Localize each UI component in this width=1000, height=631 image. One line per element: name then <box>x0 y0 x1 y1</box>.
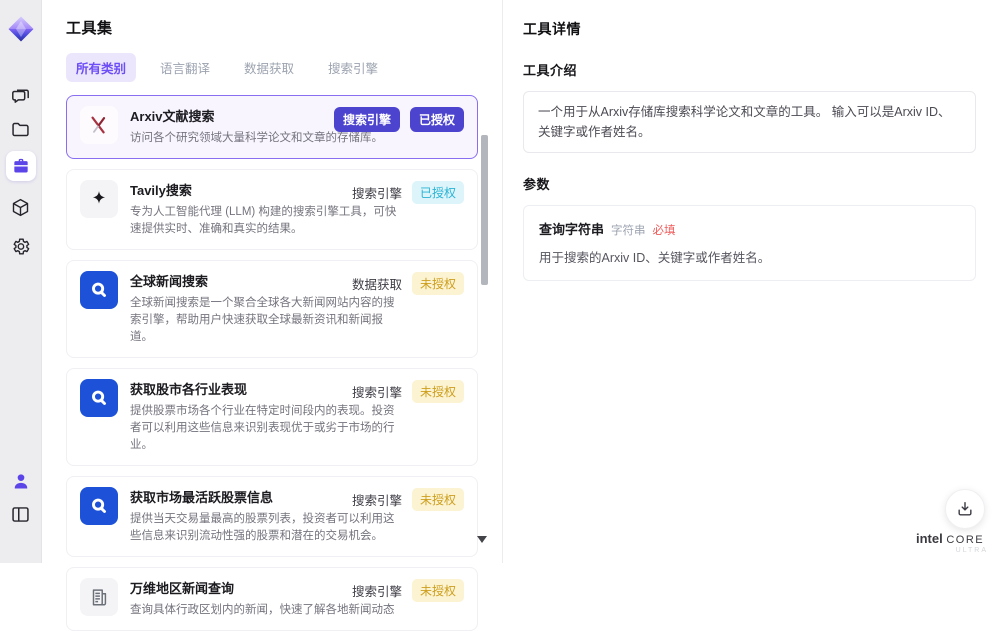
category-label: 搜索引擎 <box>351 386 402 400</box>
app-logo[interactable] <box>4 12 38 46</box>
details-title: 工具详情 <box>523 21 581 37</box>
intel-core-logo: intel CORE ULTRA <box>916 531 988 555</box>
tab-data-fetch[interactable]: 数据获取 <box>234 53 304 82</box>
app-logo-gem-icon <box>8 16 33 42</box>
gear-icon <box>13 237 30 255</box>
stock-search-blue-icon <box>80 487 118 525</box>
auth-status-badge: 已授权 <box>411 181 464 204</box>
list-scrollbar[interactable] <box>481 135 488 285</box>
tool-details-panel: 工具详情 工具介绍 一个用于从Arxiv存储库搜索科学论文和文章的工具。 输入可… <box>502 0 1000 563</box>
nav-account[interactable] <box>6 466 36 496</box>
tool-card-global-news[interactable]: 全球新闻搜索 全球新闻搜索是一个聚合全球各大新闻网站内容的搜索引擎，帮助用户快速… <box>66 260 478 358</box>
chat-icon <box>12 89 29 103</box>
tab-translation[interactable]: 语言翻译 <box>150 53 220 82</box>
auth-status-badge: 已授权 <box>409 107 464 132</box>
tool-description: 访问各个研究领域大量科学论文和文章的存储库。 <box>130 132 383 144</box>
nav-tools[interactable] <box>5 151 36 181</box>
brand-intel-text: intel <box>916 531 943 547</box>
tab-search-engine[interactable]: 搜索引擎 <box>318 53 388 82</box>
nav-chat[interactable] <box>6 80 36 110</box>
params-heading: 参数 <box>523 177 551 192</box>
news-search-blue-icon <box>80 271 118 309</box>
stock-search-blue-icon <box>80 379 118 417</box>
scroll-down-arrow[interactable] <box>477 536 487 543</box>
user-icon <box>14 474 27 489</box>
category-label: 数据获取 <box>351 278 402 292</box>
download-button[interactable] <box>945 489 985 529</box>
panel-toggle-icon <box>12 506 29 522</box>
tab-all-categories[interactable]: 所有类别 <box>66 53 137 82</box>
tool-description: 提供股票市场各个行业在特定时间段内的表现。投资者可以利用这些信息来识别表现优于或… <box>130 405 395 451</box>
auth-status-badge: 未授权 <box>411 579 464 602</box>
tool-description: 查询具体行政区划内的新闻，快速了解各地新闻动态 <box>130 604 395 616</box>
tool-description: 全球新闻搜索是一个聚合全球各大新闻网站内容的搜索引擎，帮助用户快速获取全球最新资… <box>130 297 395 343</box>
category-badge: 搜索引擎 <box>333 107 400 132</box>
category-label: 搜索引擎 <box>351 585 402 599</box>
intro-heading: 工具介绍 <box>523 63 578 78</box>
news-doc-icon <box>80 578 118 616</box>
tool-list-panel: 工具集 所有类别 语言翻译 数据获取 搜索引擎 Arxiv文献搜索 访问各个研究… <box>42 0 502 631</box>
tool-card-sector-performance[interactable]: 获取股市各行业表现 提供股票市场各个行业在特定时间段内的表现。投资者可以利用这些… <box>66 368 478 466</box>
nav-models[interactable] <box>6 192 36 222</box>
tool-card-regional-news[interactable]: 万维地区新闻查询 查询具体行政区划内的新闻，快速了解各地新闻动态 搜索引擎 未授… <box>66 567 478 631</box>
arxiv-logo-icon <box>80 106 118 144</box>
tool-card-arxiv[interactable]: Arxiv文献搜索 访问各个研究领域大量科学论文和文章的存储库。 搜索引擎 已授… <box>66 95 478 159</box>
download-icon <box>958 502 972 516</box>
auth-status-badge: 未授权 <box>411 488 464 511</box>
icon-rail <box>0 0 42 563</box>
tool-card-most-active-stocks[interactable]: 获取市场最活跃股票信息 提供当天交易量最高的股票列表，投资者可以利用这些信息来识… <box>66 476 478 557</box>
tool-card-tavily[interactable]: Tavily搜索 专为人工智能代理 (LLM) 构建的搜索引擎工具，可快速提供实… <box>66 169 478 250</box>
category-tabs: 所有类别 语言翻译 数据获取 搜索引擎 <box>66 53 502 82</box>
folder-icon <box>12 122 29 136</box>
brand-sub-text: ULTRA <box>955 547 988 555</box>
tool-card-list: Arxiv文献搜索 访问各个研究领域大量科学论文和文章的存储库。 搜索引擎 已授… <box>66 95 478 631</box>
briefcase-icon <box>13 158 28 173</box>
cube-icon <box>12 198 29 216</box>
category-label: 搜索引擎 <box>351 494 402 508</box>
param-required-flag: 必填 <box>652 225 676 237</box>
nav-files[interactable] <box>6 114 36 144</box>
category-label: 搜索引擎 <box>351 187 402 201</box>
auth-status-badge: 未授权 <box>411 272 464 295</box>
param-description: 用于搜索的Arxiv ID、关键字或作者姓名。 <box>539 251 771 265</box>
tool-description: 提供当天交易量最高的股票列表，投资者可以利用这些信息来识别流动性强的股票和潜在的… <box>130 513 395 542</box>
nav-settings[interactable] <box>6 231 36 261</box>
parameter-card: 查询字符串 字符串 必填 用于搜索的Arxiv ID、关键字或作者姓名。 <box>523 205 976 281</box>
nav-panel-toggle[interactable] <box>6 499 36 529</box>
intro-text-box: 一个用于从Arxiv存储库搜索科学论文和文章的工具。 输入可以是Arxiv ID… <box>523 91 976 153</box>
auth-status-badge: 未授权 <box>411 380 464 403</box>
tavily-star-icon <box>80 180 118 218</box>
page-title: 工具集 <box>66 20 113 37</box>
tool-description: 专为人工智能代理 (LLM) 构建的搜索引擎工具，可快速提供实时、准确和真实的结… <box>130 206 397 235</box>
brand-core-text: CORE <box>946 534 985 547</box>
param-type: 字符串 <box>611 225 646 237</box>
param-name: 查询字符串 <box>539 222 605 237</box>
